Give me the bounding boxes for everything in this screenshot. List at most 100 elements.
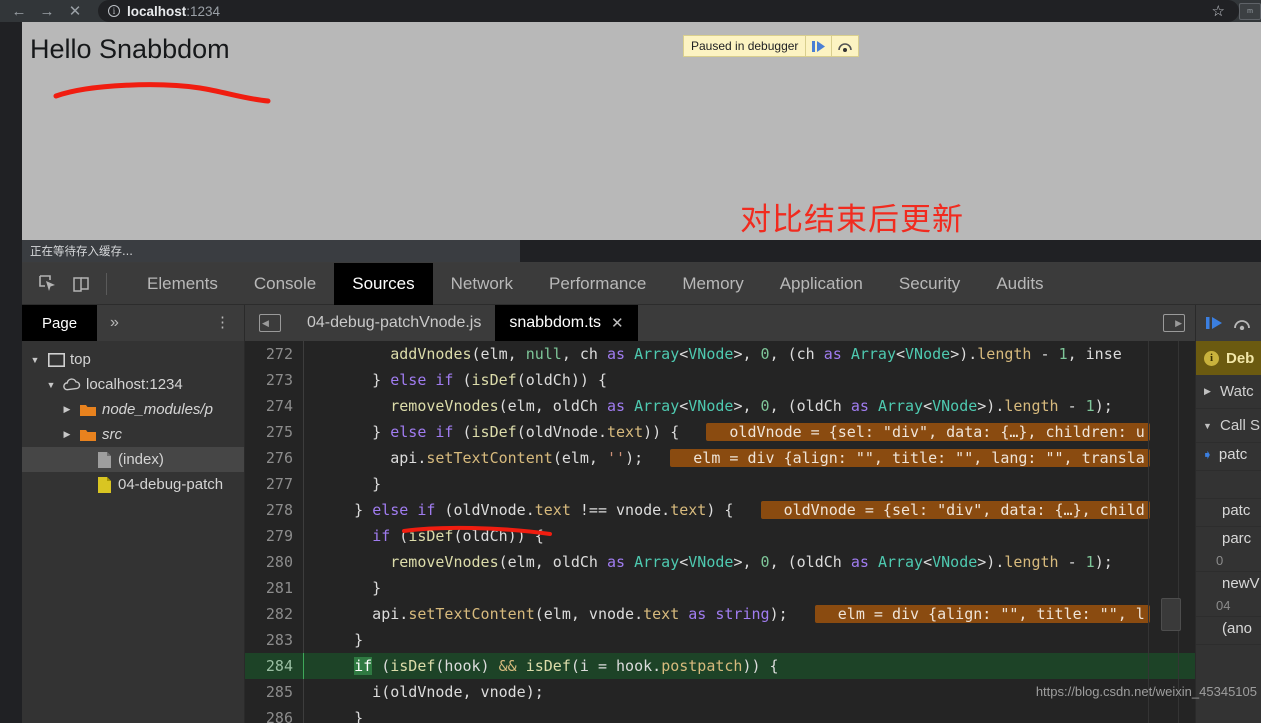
bookmark-star-icon[interactable]: ☆ <box>1212 4 1225 19</box>
file-tree-item[interactable]: ▶ src <box>22 422 244 447</box>
line-number[interactable]: 277 <box>245 471 303 497</box>
code-line[interactable]: 275 } else if (isDef(oldVnode.text)) { o… <box>245 419 1195 445</box>
chevron-down-icon[interactable]: ▼ <box>28 355 42 365</box>
editor-scrollbar-thumb[interactable] <box>1161 598 1181 631</box>
debugger-sidebar: i Deb ▶ Watc ▼ Call S ➧ patc patc parc 0 newV 04 (… <box>1195 305 1261 723</box>
device-toolbar-icon[interactable] <box>72 274 92 294</box>
inline-debug-value: oldVnode = {sel: "div", data: {…}, child <box>760 501 1150 519</box>
code-line[interactable]: 276 api.setTextContent(elm, ''); elm = d… <box>245 445 1195 471</box>
frame-icon <box>47 352 65 367</box>
code-line[interactable]: 286 } <box>245 705 1195 723</box>
file-tree-item-label: (index) <box>118 451 164 468</box>
devtools-tab-network[interactable]: Network <box>433 263 531 305</box>
devtools-tab-memory[interactable]: Memory <box>664 263 761 305</box>
line-number[interactable]: 283 <box>245 627 303 653</box>
file-tree-item-label: src <box>102 426 122 443</box>
code-line-text: } else if (oldVnode.text !== vnode.text)… <box>304 497 1150 523</box>
code-line-text: } else if (isDef(oldCh)) { <box>318 371 607 389</box>
step-over-button[interactable] <box>832 36 858 56</box>
editor-scroll-track[interactable] <box>1178 341 1179 723</box>
debugger-section-call-s[interactable]: ▼ Call S <box>1196 409 1261 443</box>
chevron-right-icon[interactable]: ▶ <box>60 404 74 415</box>
code-line[interactable]: 283 } <box>245 627 1195 653</box>
devtools-tab-elements[interactable]: Elements <box>129 263 236 305</box>
line-number[interactable]: 286 <box>245 705 303 723</box>
code-line-text: removeVnodes(elm, oldCh as Array<VNode>,… <box>390 397 1113 415</box>
code-line[interactable]: 279 if (isDef(oldCh)) { <box>245 523 1195 549</box>
devtools-tab-sources[interactable]: Sources <box>334 262 433 305</box>
back-icon[interactable]: ← <box>6 1 32 21</box>
editor-tab[interactable]: 04-debug-patchVnode.js <box>293 305 495 341</box>
resume-icon <box>812 40 826 52</box>
extension-icon[interactable]: m <box>1239 2 1261 20</box>
site-info-icon[interactable]: i <box>108 5 120 17</box>
call-stack-frame[interactable]: patc <box>1196 499 1261 527</box>
call-stack-frame[interactable]: (ano <box>1196 617 1261 645</box>
step-over-icon[interactable] <box>1233 316 1251 330</box>
editor-next-tab-icon[interactable]: ▶ <box>1163 314 1185 332</box>
debugger-section-watc[interactable]: ▶ Watc <box>1196 375 1261 409</box>
call-stack-frame[interactable]: newV 04 <box>1196 572 1261 617</box>
devtools-tab-console[interactable]: Console <box>236 263 334 305</box>
chevron-down-icon[interactable]: ▼ <box>44 380 58 390</box>
stop-icon[interactable]: ✕ <box>62 1 88 21</box>
line-number[interactable]: 282 <box>245 601 303 627</box>
file-tree-item[interactable]: ▶ node_modules/p <box>22 397 244 422</box>
file-tree-item[interactable]: 04-debug-patch <box>22 472 244 497</box>
line-number[interactable]: 275 <box>245 419 303 445</box>
code-line[interactable]: 272 addVnodes(elm, null, ch as Array<VNo… <box>245 341 1195 367</box>
code-line[interactable]: 278 } else if (oldVnode.text !== vnode.t… <box>245 497 1195 523</box>
code-view[interactable]: 272 addVnodes(elm, null, ch as Array<VNo… <box>245 341 1195 723</box>
call-stack-frame-name: parc <box>1222 530 1252 547</box>
forward-icon[interactable]: → <box>34 1 60 21</box>
file-tree-item[interactable]: ▼ top <box>22 347 244 372</box>
debugger-section-label: Call S <box>1220 417 1261 434</box>
devtools-tab-security[interactable]: Security <box>881 263 978 305</box>
file-tree-item[interactable]: ▼ localhost:1234 <box>22 372 244 397</box>
call-stack-frame[interactable]: ➧ patc <box>1196 443 1261 471</box>
resume-script-icon[interactable] <box>1206 316 1223 330</box>
line-number[interactable]: 285 <box>245 679 303 705</box>
screenshot-root: ← → ✕ i localhost:1234 ☆ m Hello Snabbdo… <box>0 0 1261 723</box>
chevron-right-icon[interactable]: ▶ <box>1202 386 1213 397</box>
line-number[interactable]: 284 <box>245 653 303 679</box>
editor-tab[interactable]: snabbdom.ts ✕ <box>495 305 638 341</box>
devtools-body: Page » ⋮ ▼ top ▼ localhost:1234 ▶ node_module… <box>22 305 1261 723</box>
code-line[interactable]: 280 removeVnodes(elm, oldCh as Array<VNo… <box>245 549 1195 575</box>
line-number[interactable]: 278 <box>245 497 303 523</box>
devtools-tabbar: Elements Console Sources Network Performance… <box>22 262 1261 305</box>
code-line-text: } <box>318 709 364 723</box>
line-number[interactable]: 281 <box>245 575 303 601</box>
code-line[interactable]: 281 } <box>245 575 1195 601</box>
code-line[interactable]: 277 } <box>245 471 1195 497</box>
devtools-tab-application[interactable]: Application <box>762 263 881 305</box>
code-line-text: if (isDef(oldCh)) { <box>372 527 544 545</box>
code-line-executing[interactable]: 284 if (isDef(hook) && isDef(i = hook.po… <box>245 653 1195 679</box>
navigator-kebab-icon[interactable]: ⋮ <box>215 316 244 330</box>
call-stack-frame[interactable] <box>1196 471 1261 499</box>
close-icon[interactable]: ✕ <box>611 314 624 332</box>
line-number[interactable]: 274 <box>245 393 303 419</box>
code-line[interactable]: 282 api.setTextContent(elm, vnode.text a… <box>245 601 1195 627</box>
call-stack-frame[interactable]: parc 0 <box>1196 527 1261 572</box>
code-line-text: removeVnodes(elm, oldCh as Array<VNode>,… <box>390 553 1113 571</box>
chevron-down-icon[interactable]: ▼ <box>1202 421 1213 431</box>
code-line[interactable]: 273 } else if (isDef(oldCh)) { <box>245 367 1195 393</box>
resume-script-button[interactable] <box>806 36 833 56</box>
line-number[interactable]: 272 <box>245 341 303 367</box>
devtools-tab-performance[interactable]: Performance <box>531 263 664 305</box>
line-number[interactable]: 276 <box>245 445 303 471</box>
inspect-element-icon[interactable] <box>38 274 58 294</box>
debugger-section-label: Watc <box>1220 383 1254 400</box>
file-tree-item[interactable]: (index) <box>22 447 244 472</box>
line-number[interactable]: 280 <box>245 549 303 575</box>
navigator-tab-page[interactable]: Page <box>22 305 98 341</box>
address-bar[interactable]: i localhost:1234 ☆ <box>98 0 1239 22</box>
code-line[interactable]: 274 removeVnodes(elm, oldCh as Array<VNo… <box>245 393 1195 419</box>
line-number[interactable]: 273 <box>245 367 303 393</box>
editor-prev-tab-icon[interactable]: ◀ <box>259 314 281 332</box>
navigator-more-tabs-icon[interactable]: » <box>97 314 132 332</box>
chevron-right-icon[interactable]: ▶ <box>60 429 74 440</box>
devtools-tab-audits[interactable]: Audits <box>978 263 1061 305</box>
line-number[interactable]: 279 <box>245 523 303 549</box>
